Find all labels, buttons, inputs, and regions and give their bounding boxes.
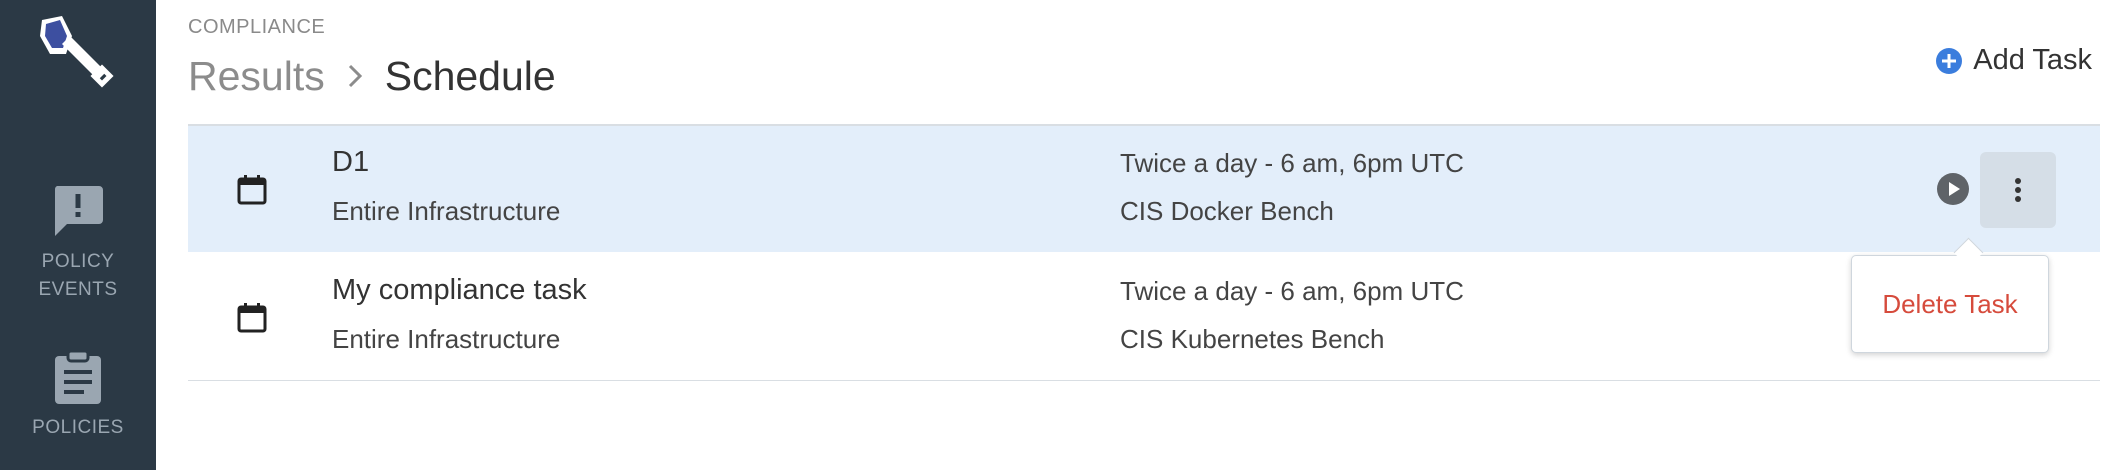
task-scope: Entire Infrastructure xyxy=(332,196,561,226)
calendar-icon xyxy=(237,303,267,333)
add-task-label: Add Task xyxy=(1973,44,2092,76)
shovel-logo-icon[interactable] xyxy=(36,14,118,92)
task-benchmark: CIS Docker Bench xyxy=(1120,196,1334,226)
task-schedule: Twice a day - 6 am, 6pm UTC xyxy=(1120,276,1464,306)
section-eyebrow: COMPLIANCE xyxy=(188,16,326,38)
task-name: D1 xyxy=(332,146,370,178)
sidebar-item-policies[interactable]: POLICIES xyxy=(0,350,156,442)
page-title: Schedule xyxy=(384,52,556,99)
task-options-menu: Delete Task xyxy=(1851,255,2049,353)
sidebar-item-policy-events[interactable]: POLICY EVENTS xyxy=(0,184,156,304)
sidebar: POLICY EVENTS POLICIES xyxy=(0,0,156,470)
play-run-icon[interactable] xyxy=(1936,172,1970,206)
table-row[interactable]: My compliance task Entire Infrastructure… xyxy=(188,254,2100,381)
task-benchmark: CIS Kubernetes Bench xyxy=(1120,324,1385,354)
more-options-button[interactable] xyxy=(1980,152,2056,228)
sidebar-item-label: POLICIES xyxy=(32,417,124,438)
add-circle-icon xyxy=(1936,47,1963,74)
more-vertical-icon xyxy=(2015,178,2021,202)
chevron-right-icon xyxy=(347,63,363,89)
task-schedule: Twice a day - 6 am, 6pm UTC xyxy=(1120,148,1464,178)
add-task-button[interactable]: Add Task xyxy=(1935,44,2092,77)
sidebar-item-label: POLICY xyxy=(41,251,115,272)
task-name: My compliance task xyxy=(332,274,587,306)
sidebar-item-label: EVENTS xyxy=(38,279,118,300)
table-row[interactable]: D1 Entire Infrastructure Twice a day - 6… xyxy=(188,126,2100,252)
alert-message-icon xyxy=(54,186,103,236)
delete-task-menu-item[interactable]: Delete Task xyxy=(1852,256,2048,352)
task-scope: Entire Infrastructure xyxy=(332,324,561,354)
clipboard-icon xyxy=(55,350,101,404)
breadcrumb: Results Schedule xyxy=(188,50,556,102)
breadcrumb-results-link[interactable]: Results xyxy=(188,53,325,100)
calendar-icon xyxy=(237,175,267,205)
